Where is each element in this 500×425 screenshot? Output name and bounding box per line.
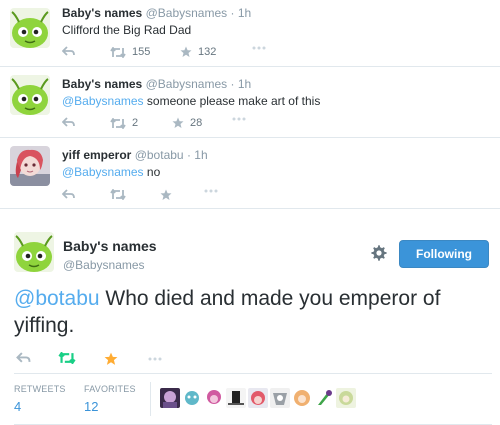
retweet-button[interactable] [110,189,126,200]
retweet-count: 2 [132,117,139,129]
divider [0,208,500,209]
timestamp[interactable]: 1h [238,6,251,20]
favoriter-avatar[interactable] [182,388,202,408]
favoriter-avatar[interactable] [226,388,246,408]
favoriter-avatar[interactable] [292,388,312,408]
more-icon [204,189,218,193]
tweet-3[interactable]: yiff emperor @botabu · 1h @Babysnames no [0,138,500,208]
tweet-text: @botabu Who died and made you emperor of… [14,285,494,339]
avatar[interactable] [10,75,50,115]
author-name[interactable]: Baby's names [62,6,142,20]
separator-dot: · [230,6,235,20]
more-button[interactable] [148,357,162,361]
reply-button[interactable] [16,352,31,364]
reply-button[interactable] [62,117,75,128]
reply-icon [62,117,75,127]
mention-link[interactable]: @botabu [14,287,100,310]
retweet-button[interactable]: 2 [110,117,138,129]
favoriter-avatar[interactable] [270,388,290,408]
more-button[interactable] [204,189,218,193]
tweet-header: Baby's names @Babysnames · 1h [62,6,251,20]
favoriter-avatar[interactable] [314,388,334,408]
avatar[interactable] [14,232,54,272]
author-name[interactable]: Baby's names [62,77,142,91]
tweet-text-content: no [143,165,161,179]
favoriter-avatar[interactable] [336,388,356,408]
retweet-icon [110,189,126,200]
tweet-header: Baby's names @Babysnames · 1h [62,77,251,91]
reply-icon [16,352,31,363]
reply-button[interactable] [62,189,75,200]
retweet-icon [58,352,76,364]
author-name[interactable]: yiff emperor [62,148,131,162]
avatar[interactable] [10,146,50,186]
retweet-count: 155 [132,46,151,58]
reply-icon [62,189,75,199]
author-handle[interactable]: @Babysnames [146,6,228,20]
tweet-text: @Babysnames no [62,165,160,179]
following-button[interactable]: Following [399,240,489,268]
tweet-text-content: someone please make art of this [143,94,321,108]
reply-button[interactable] [62,46,75,57]
more-icon [252,46,266,50]
more-button[interactable] [252,46,266,50]
favorites-count: 12 [84,399,99,414]
retweet-icon [110,46,126,58]
favorite-button[interactable] [104,352,118,366]
avatar[interactable] [10,8,50,48]
separator-dot: · [186,148,191,162]
favorite-count: 28 [190,117,203,129]
favoriter-avatar[interactable] [204,388,224,408]
retweet-button[interactable]: 155 [110,46,150,58]
retweet-icon [110,117,126,129]
mention-link[interactable]: @Babysnames [62,94,144,108]
favorite-button[interactable]: 28 [172,117,202,129]
favorite-count: 132 [198,46,217,58]
author-handle[interactable]: @botabu [135,148,184,162]
star-icon [180,46,192,57]
timestamp[interactable]: 1h [238,77,251,91]
favorite-button[interactable] [160,189,172,201]
favoriter-avatar[interactable] [248,388,268,408]
more-icon [148,357,162,361]
retweets-label: RETWEETS [14,384,66,394]
star-icon [160,189,172,200]
tweet-1[interactable]: Baby's names @Babysnames · 1h Clifford t… [0,0,500,66]
divider [14,373,492,374]
gear-icon[interactable] [370,244,388,262]
more-button[interactable] [232,117,246,121]
star-icon [104,352,118,365]
timestamp[interactable]: 1h [194,148,207,162]
tweet-2[interactable]: Baby's names @Babysnames · 1h @Babysname… [0,67,500,137]
divider [150,382,151,416]
retweets-stat[interactable]: RETWEETS 4 [14,384,66,414]
tweet-header: yiff emperor @botabu · 1h [62,148,208,162]
favorites-stat[interactable]: FAVORITES 12 [84,384,136,414]
tweet-text: Clifford the Big Rad Dad [62,23,191,37]
favorite-button[interactable]: 132 [180,46,216,58]
favoriter-avatars [160,388,356,408]
separator-dot: · [230,77,235,91]
more-icon [232,117,246,121]
tweet-text-content: Clifford the Big Rad Dad [62,23,192,37]
main-tweet: Baby's names @Babysnames Following @bota… [0,210,500,425]
author-handle[interactable]: @Babysnames [146,77,228,91]
retweet-button[interactable] [58,352,76,364]
mention-link[interactable]: @Babysnames [62,165,144,179]
favoriter-avatar[interactable] [160,388,180,408]
favorites-label: FAVORITES [84,384,136,394]
author-name[interactable]: Baby's names [63,238,157,254]
author-handle[interactable]: @Babysnames [63,258,145,272]
star-icon [172,117,184,128]
tweet-text: @Babysnames someone please make art of t… [62,94,320,108]
reply-icon [62,46,75,56]
retweets-count: 4 [14,399,22,414]
